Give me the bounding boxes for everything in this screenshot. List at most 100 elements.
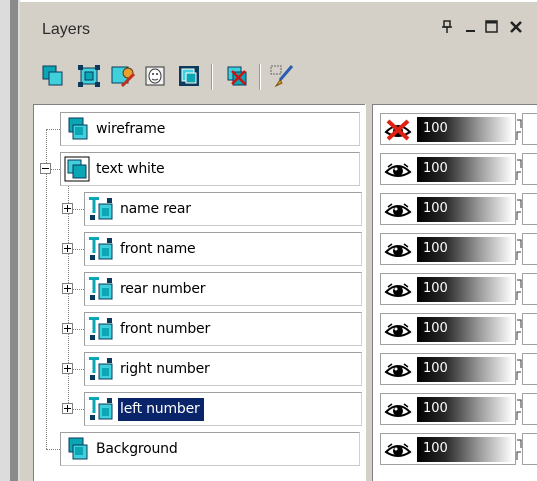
blend-mode-cell[interactable] <box>522 273 537 305</box>
palette-titlebar[interactable]: Layers <box>33 12 537 58</box>
mask-icon[interactable] <box>141 62 169 90</box>
layer-properties-pane: 100 100 100 100 100 100 100 100 100 <box>373 104 537 481</box>
visibility-eye-icon[interactable] <box>384 439 412 461</box>
blend-mode-cell[interactable] <box>522 353 537 385</box>
layer-properties-row: 100 <box>373 109 537 149</box>
layer-properties-cell: 100 <box>380 233 522 265</box>
layer-properties-icon[interactable] <box>109 62 137 90</box>
layer-node[interactable]: front number <box>84 312 362 346</box>
layer-node[interactable]: Background <box>60 432 360 466</box>
opacity-value: 100 <box>423 121 448 136</box>
visibility-eye-icon[interactable] <box>384 159 412 181</box>
expand-icon[interactable] <box>62 203 73 214</box>
group-layer-icon <box>64 156 90 182</box>
layer-name[interactable]: Background <box>94 438 182 461</box>
layer-name[interactable]: right number <box>118 358 214 381</box>
delete-layer-icon[interactable] <box>223 62 251 90</box>
text-layer-icon <box>88 236 114 262</box>
layer-row[interactable]: left number <box>34 389 366 429</box>
opacity-slider[interactable]: 100 <box>417 397 513 422</box>
maximize-icon[interactable] <box>485 20 499 38</box>
opacity-value: 100 <box>423 241 448 256</box>
layer-properties-row: 100 <box>373 349 537 389</box>
close-icon[interactable] <box>509 20 523 38</box>
new-group-icon[interactable] <box>75 62 103 90</box>
opacity-value: 100 <box>423 361 448 376</box>
layer-row[interactable]: text white <box>34 149 366 189</box>
opacity-slider[interactable]: 100 <box>417 317 513 342</box>
layer-node[interactable]: wireframe <box>60 112 360 146</box>
layer-name[interactable]: text white <box>94 158 168 181</box>
layer-name[interactable]: wireframe <box>94 118 169 141</box>
minimize-icon[interactable] <box>465 20 477 38</box>
window-edge <box>0 0 20 481</box>
blend-mode-cell[interactable] <box>522 193 537 225</box>
layer-name[interactable]: rear number <box>118 278 209 301</box>
layer-properties-row: 100 <box>373 309 537 349</box>
expand-icon[interactable] <box>62 363 73 374</box>
layer-node[interactable]: name rear <box>84 192 362 226</box>
layer-properties-cell: 100 <box>380 193 522 225</box>
layer-row[interactable]: right number <box>34 349 366 389</box>
layer-properties-row: 100 <box>373 269 537 309</box>
layer-node[interactable]: rear number <box>84 272 362 306</box>
expand-icon[interactable] <box>62 403 73 414</box>
layer-row[interactable]: wireframe <box>34 109 366 149</box>
opacity-slider[interactable]: 100 <box>417 237 513 262</box>
tree-guide-line <box>46 449 60 450</box>
opacity-slider[interactable]: 100 <box>417 357 513 382</box>
blend-mode-cell[interactable] <box>522 233 537 265</box>
merge-icon[interactable] <box>175 62 203 90</box>
visibility-eye-icon[interactable] <box>384 359 412 381</box>
layer-row[interactable]: name rear <box>34 189 366 229</box>
layer-properties-row: 100 <box>373 429 537 469</box>
pane-splitter[interactable] <box>365 104 373 481</box>
layer-row[interactable]: front name <box>34 229 366 269</box>
layer-node[interactable]: text white <box>60 152 360 186</box>
opacity-slider[interactable]: 100 <box>417 157 513 182</box>
opacity-slider[interactable]: 100 <box>417 197 513 222</box>
blend-mode-cell[interactable] <box>522 153 537 185</box>
layer-properties-row: 100 <box>373 229 537 269</box>
vector-layer-icon <box>64 116 90 142</box>
blend-mode-cell[interactable] <box>522 113 537 145</box>
pin-icon[interactable] <box>441 20 453 38</box>
new-layer-icon[interactable] <box>39 62 67 90</box>
layer-row[interactable]: Background <box>34 429 366 469</box>
visibility-eye-icon[interactable] <box>384 239 412 261</box>
layer-node[interactable]: right number <box>84 352 362 386</box>
opacity-slider[interactable]: 100 <box>417 117 513 142</box>
blend-mode-cell[interactable] <box>522 313 537 345</box>
layers-window: Layers wireframe text white name rear fr… <box>0 0 537 481</box>
palette-title: Layers <box>42 21 91 38</box>
expand-icon[interactable] <box>62 283 73 294</box>
blend-mode-cell[interactable] <box>522 433 537 465</box>
opacity-slider[interactable]: 100 <box>417 277 513 302</box>
layer-properties-cell: 100 <box>380 113 522 145</box>
layer-row[interactable]: rear number <box>34 269 366 309</box>
visibility-eye-icon[interactable] <box>384 399 412 421</box>
collapse-icon[interactable] <box>40 163 51 174</box>
blend-mode-cell[interactable] <box>522 393 537 425</box>
text-layer-icon <box>88 276 114 302</box>
paint-brush-icon[interactable] <box>269 62 297 90</box>
layer-tree: wireframe text white name rear front name re… <box>33 104 365 481</box>
layer-name[interactable]: front number <box>118 318 214 341</box>
layer-node[interactable]: front name <box>84 232 362 266</box>
visibility-eye-icon[interactable] <box>384 319 412 341</box>
layer-properties-cell: 100 <box>380 433 522 465</box>
layer-row[interactable]: front number <box>34 309 366 349</box>
toolbar-separator <box>211 64 213 90</box>
layer-name[interactable]: left number <box>118 397 204 421</box>
opacity-value: 100 <box>423 281 448 296</box>
opacity-slider[interactable]: 100 <box>417 437 513 462</box>
expand-icon[interactable] <box>62 323 73 334</box>
expand-icon[interactable] <box>62 243 73 254</box>
layer-name[interactable]: name rear <box>118 198 195 221</box>
layer-node[interactable]: left number <box>84 392 362 426</box>
visibility-eye-icon[interactable] <box>384 279 412 301</box>
visibility-eye-icon[interactable] <box>384 199 412 221</box>
opacity-value: 100 <box>423 401 448 416</box>
hidden-eye-icon[interactable] <box>384 119 412 141</box>
layer-name[interactable]: front name <box>118 238 199 261</box>
